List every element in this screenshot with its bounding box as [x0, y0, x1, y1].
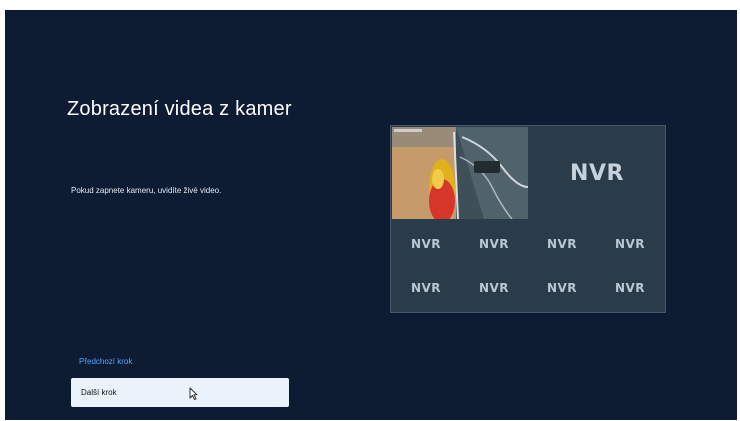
nvr-tile: NVR	[614, 281, 646, 295]
live-video-tile	[392, 127, 528, 219]
nvr-tile: NVR	[614, 237, 646, 251]
page-description: Pokud zapnete kameru, uvidíte živé video…	[71, 186, 222, 195]
mouse-pointer-icon	[189, 387, 198, 400]
page-title: Zobrazení videa z kamer	[67, 98, 292, 120]
nvr-tile: NVR	[546, 237, 578, 251]
nvr-tile: NVR	[546, 281, 578, 295]
next-step-label: Další krok	[81, 388, 117, 397]
camera-feed-thumbnail	[392, 127, 528, 219]
next-step-button[interactable]: Další krok	[71, 378, 289, 407]
nvr-tile: NVR	[410, 281, 442, 295]
setup-screen: Zobrazení videa z kamer Pokud zapnete ka…	[5, 10, 737, 420]
nvr-tile: NVR	[478, 237, 510, 251]
nvr-tile: NVR	[478, 281, 510, 295]
previous-step-link[interactable]: Předchozí krok	[79, 357, 132, 366]
nvr-tile: NVR	[410, 237, 442, 251]
camera-preview-grid: NVR NVR NVR NVR NVR NVR NVR NVR NVR	[390, 125, 666, 313]
nvr-main-placeholder: NVR	[570, 160, 624, 186]
